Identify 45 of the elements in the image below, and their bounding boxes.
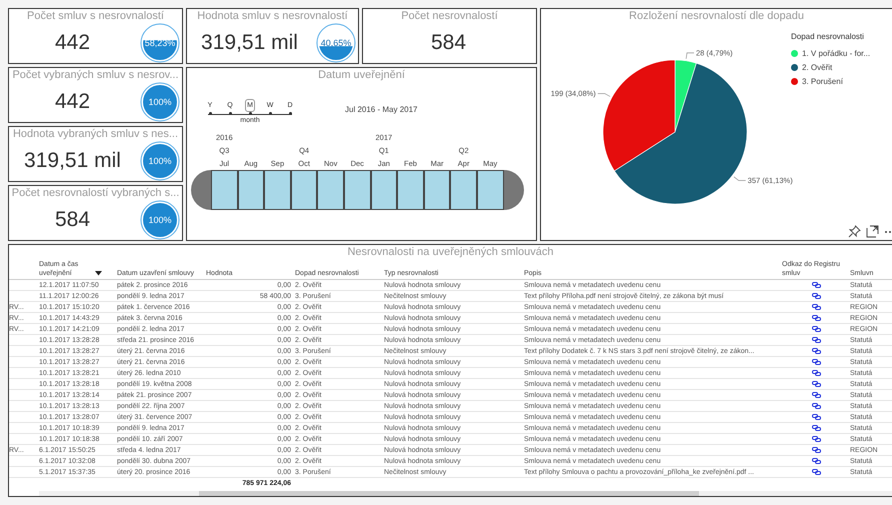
table-title: Nesrovnalosti na uveřejněných smlouvách bbox=[346, 245, 555, 260]
percent-label: 100% bbox=[148, 214, 172, 224]
kpi-value: 584 bbox=[430, 30, 468, 54]
range-handle[interactable] bbox=[504, 170, 524, 210]
legend-label[interactable]: 3. Porušení bbox=[802, 77, 843, 86]
month-cell[interactable] bbox=[397, 170, 424, 210]
month-cell[interactable] bbox=[370, 170, 398, 210]
card-title: Hodnota vybraných smluv s nes... bbox=[12, 127, 180, 140]
chart-title: Rozložení nesrovnalostí dle dopadu bbox=[628, 9, 805, 22]
leader-line bbox=[686, 52, 694, 60]
month-cell[interactable] bbox=[238, 170, 264, 210]
range-handle[interactable] bbox=[191, 170, 211, 210]
kpi-value: 442 bbox=[54, 30, 92, 54]
month-cell[interactable] bbox=[211, 170, 238, 210]
legend-label[interactable]: 1. V pořádku - for... bbox=[802, 49, 870, 58]
month-cell[interactable] bbox=[317, 170, 344, 210]
percent-label: 100% bbox=[148, 96, 172, 106]
month-cell[interactable] bbox=[344, 170, 371, 210]
card-title: Hodnota smluv s nesrovnalostí bbox=[196, 9, 349, 22]
legend-title: Dopad nesrovnalosti bbox=[791, 32, 865, 41]
card-title: Počet nesrovnalostí bbox=[400, 9, 499, 22]
percent-label: 40,65% bbox=[320, 38, 352, 48]
month-cell[interactable] bbox=[264, 170, 291, 210]
card-title: Počet vybraných smluv s nesrov... bbox=[11, 68, 180, 81]
kpi-value: 319,51 mil bbox=[23, 148, 122, 172]
leader-line bbox=[597, 93, 610, 97]
focus-mode-icon[interactable] bbox=[866, 225, 879, 238]
scrollbar[interactable] bbox=[39, 491, 892, 496]
month-cell[interactable] bbox=[290, 170, 318, 210]
percent-label: 100% bbox=[148, 156, 172, 166]
card-title: Počet nesrovnalostí vybraných s... bbox=[10, 186, 180, 199]
kpi-value: 319,51 mil bbox=[200, 30, 299, 54]
panel-title: Datum uveřejnění bbox=[317, 68, 406, 81]
card-title: Počet smluv s nesrovnalostí bbox=[26, 9, 165, 22]
month-cell[interactable] bbox=[450, 170, 477, 210]
kpi-value: 442 bbox=[54, 90, 92, 114]
leader-line bbox=[734, 176, 746, 181]
date-range: Jul 2016 - May 2017 bbox=[345, 105, 418, 114]
month-cell[interactable] bbox=[476, 170, 504, 210]
month-cell[interactable] bbox=[424, 170, 450, 210]
kpi-value: 584 bbox=[54, 208, 92, 232]
legend-label[interactable]: 2. Ověřit bbox=[802, 63, 832, 72]
pin-icon[interactable] bbox=[848, 225, 861, 238]
percent-label: 58,23% bbox=[144, 38, 176, 48]
sort-icon[interactable] bbox=[95, 271, 102, 276]
